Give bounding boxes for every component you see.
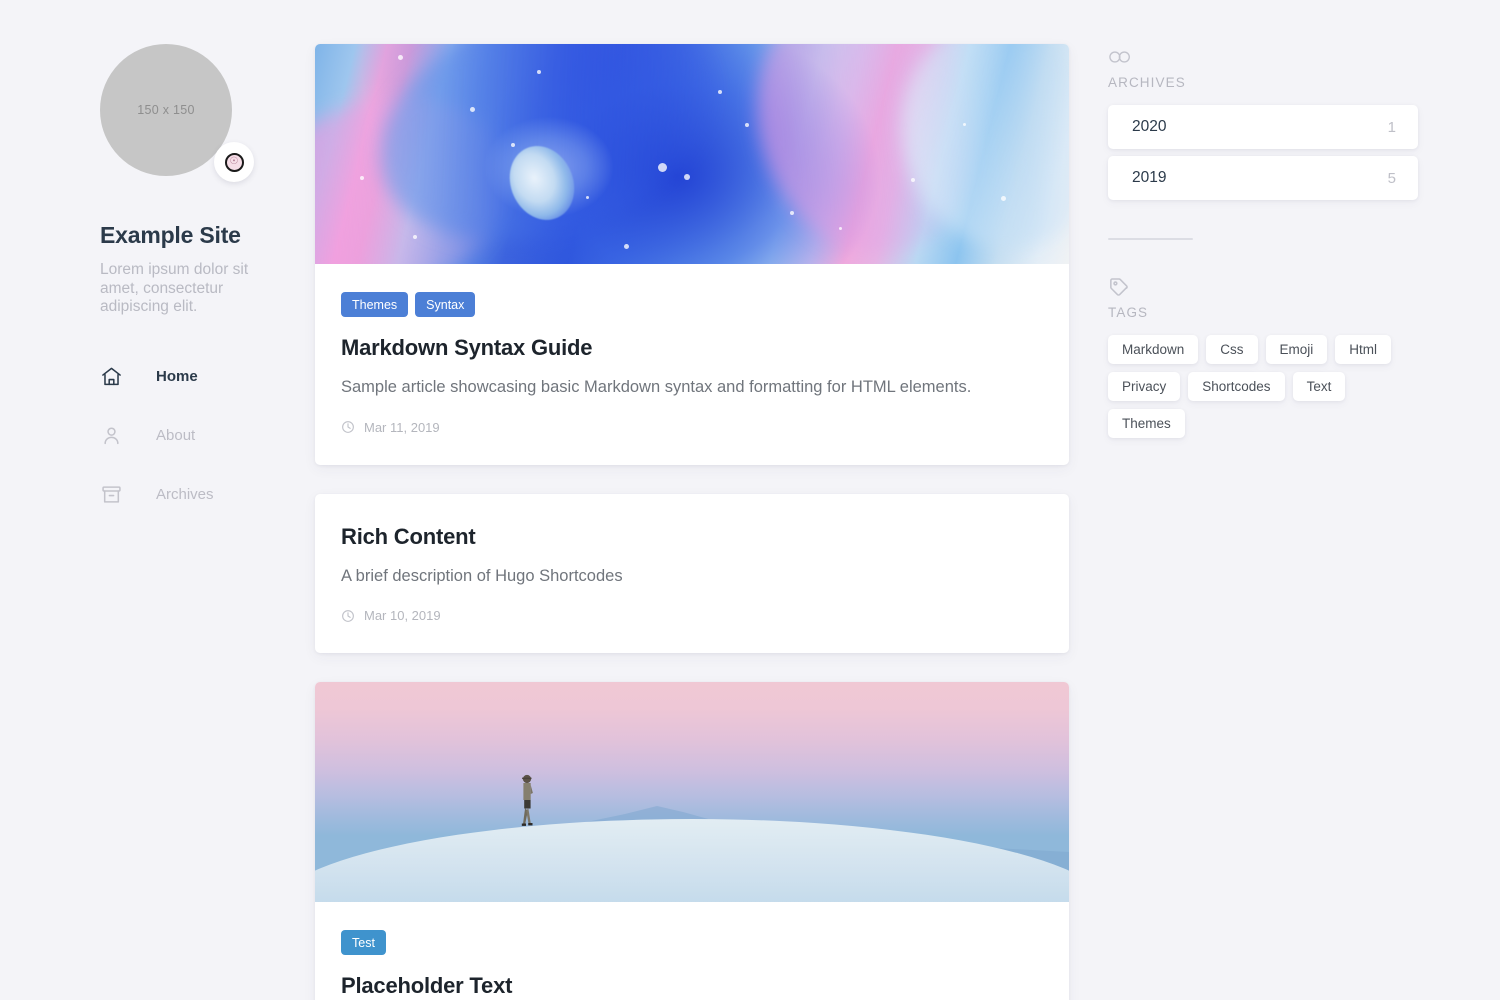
archives-widget-title: ARCHIVES <box>1108 75 1186 90</box>
archive-year: 2019 <box>1132 169 1167 186</box>
main-navigation: Home About Archives <box>100 357 315 515</box>
home-icon <box>100 365 130 388</box>
post-date: Mar 11, 2019 <box>364 419 440 435</box>
tag-chip-text[interactable]: Text <box>1292 372 1346 401</box>
post-summary: A brief description of Hugo Shortcodes <box>341 567 623 586</box>
post-title[interactable]: Rich Content <box>341 524 1043 550</box>
walking-person-silhouette <box>521 775 533 827</box>
post-tag[interactable]: Themes <box>341 292 409 317</box>
post-title[interactable]: Placeholder Text <box>341 973 1043 999</box>
social-badge-icon: ☉ <box>224 152 244 172</box>
social-badge-button[interactable]: ☉ <box>214 142 254 182</box>
avatar-wrap: 150 x 150 ☉ <box>100 44 254 182</box>
archive-item-2019[interactable]: 2019 5 <box>1108 156 1418 200</box>
post-tag-row: Themes Syntax <box>341 292 1043 317</box>
tag-cloud: Markdown Css Emoji Html Privacy Shortcod… <box>1108 335 1418 438</box>
post-meta: Mar 11, 2019 <box>341 420 1043 435</box>
archive-year: 2020 <box>1132 118 1167 135</box>
post-card-body: Rich Content A brief description of Hugo… <box>315 494 1069 654</box>
tag-icon <box>1108 274 1418 300</box>
post-title[interactable]: Markdown Syntax Guide <box>341 335 1043 361</box>
tag-chip-markdown[interactable]: Markdown <box>1108 335 1199 364</box>
post-meta: Mar 10, 2019 <box>341 608 1043 623</box>
tag-chip-css[interactable]: Css <box>1206 335 1258 364</box>
post-card[interactable]: Themes Syntax Markdown Syntax Guide Samp… <box>315 44 1069 465</box>
sidebar-item-archives[interactable]: Archives <box>100 475 315 515</box>
widget-divider <box>1108 238 1193 240</box>
archive-item-2020[interactable]: 2020 1 <box>1108 105 1418 149</box>
post-hero-image-desert-walker <box>315 682 1069 903</box>
site-title: Example Site <box>100 222 241 248</box>
post-card-body: Test Placeholder Text <box>315 902 1069 1000</box>
post-list: Themes Syntax Markdown Syntax Guide Samp… <box>315 44 1069 1000</box>
tag-chip-themes[interactable]: Themes <box>1108 409 1185 438</box>
avatar-placeholder-label: 150 x 150 <box>137 103 195 117</box>
sidebar-item-archives-label: Archives <box>156 486 214 504</box>
post-tag[interactable]: Test <box>341 930 386 956</box>
infinity-archive-icon <box>1108 44 1418 70</box>
post-tag-row: Test <box>341 930 1043 956</box>
post-tag[interactable]: Syntax <box>415 292 476 317</box>
sidebar-item-home[interactable]: Home <box>100 357 315 397</box>
post-summary: Sample article showcasing basic Markdown… <box>341 378 972 397</box>
sidebar-item-about[interactable]: About <box>100 416 315 456</box>
archives-widget: ARCHIVES 2020 1 2019 5 <box>1108 44 1418 200</box>
sidebar-item-about-label: About <box>156 427 196 445</box>
archive-count: 5 <box>1387 169 1396 187</box>
tag-chip-privacy[interactable]: Privacy <box>1108 372 1181 401</box>
clock-icon <box>341 420 355 434</box>
archives-list: 2020 1 2019 5 <box>1108 105 1418 200</box>
person-icon <box>100 424 130 447</box>
archive-count: 1 <box>1387 118 1396 136</box>
tag-chip-html[interactable]: Html <box>1335 335 1392 364</box>
post-card[interactable]: Test Placeholder Text <box>315 682 1069 1000</box>
post-card-body: Themes Syntax Markdown Syntax Guide Samp… <box>315 264 1069 465</box>
tag-chip-emoji[interactable]: Emoji <box>1265 335 1328 364</box>
tags-widget-title: TAGS <box>1108 305 1149 320</box>
sidebar-item-home-label: Home <box>156 368 198 386</box>
tag-chip-shortcodes[interactable]: Shortcodes <box>1188 372 1285 401</box>
post-date: Mar 10, 2019 <box>364 608 441 624</box>
post-card[interactable]: Rich Content A brief description of Hugo… <box>315 493 1069 654</box>
right-sidebar: ARCHIVES 2020 1 2019 5 TAGS Markdown Css… <box>1108 44 1418 438</box>
site-description: Lorem ipsum dolor sit amet, consectetur … <box>100 261 249 316</box>
archive-box-icon <box>100 483 130 506</box>
tags-widget: TAGS Markdown Css Emoji Html Privacy Sho… <box>1108 274 1418 438</box>
left-sidebar: 150 x 150 ☉ Example Site Lorem ipsum dol… <box>100 44 315 534</box>
avatar: 150 x 150 <box>100 44 232 176</box>
clock-icon <box>341 609 355 623</box>
post-hero-image-fluid-marble <box>315 44 1069 264</box>
page-root: 150 x 150 ☉ Example Site Lorem ipsum dol… <box>0 0 1500 1000</box>
